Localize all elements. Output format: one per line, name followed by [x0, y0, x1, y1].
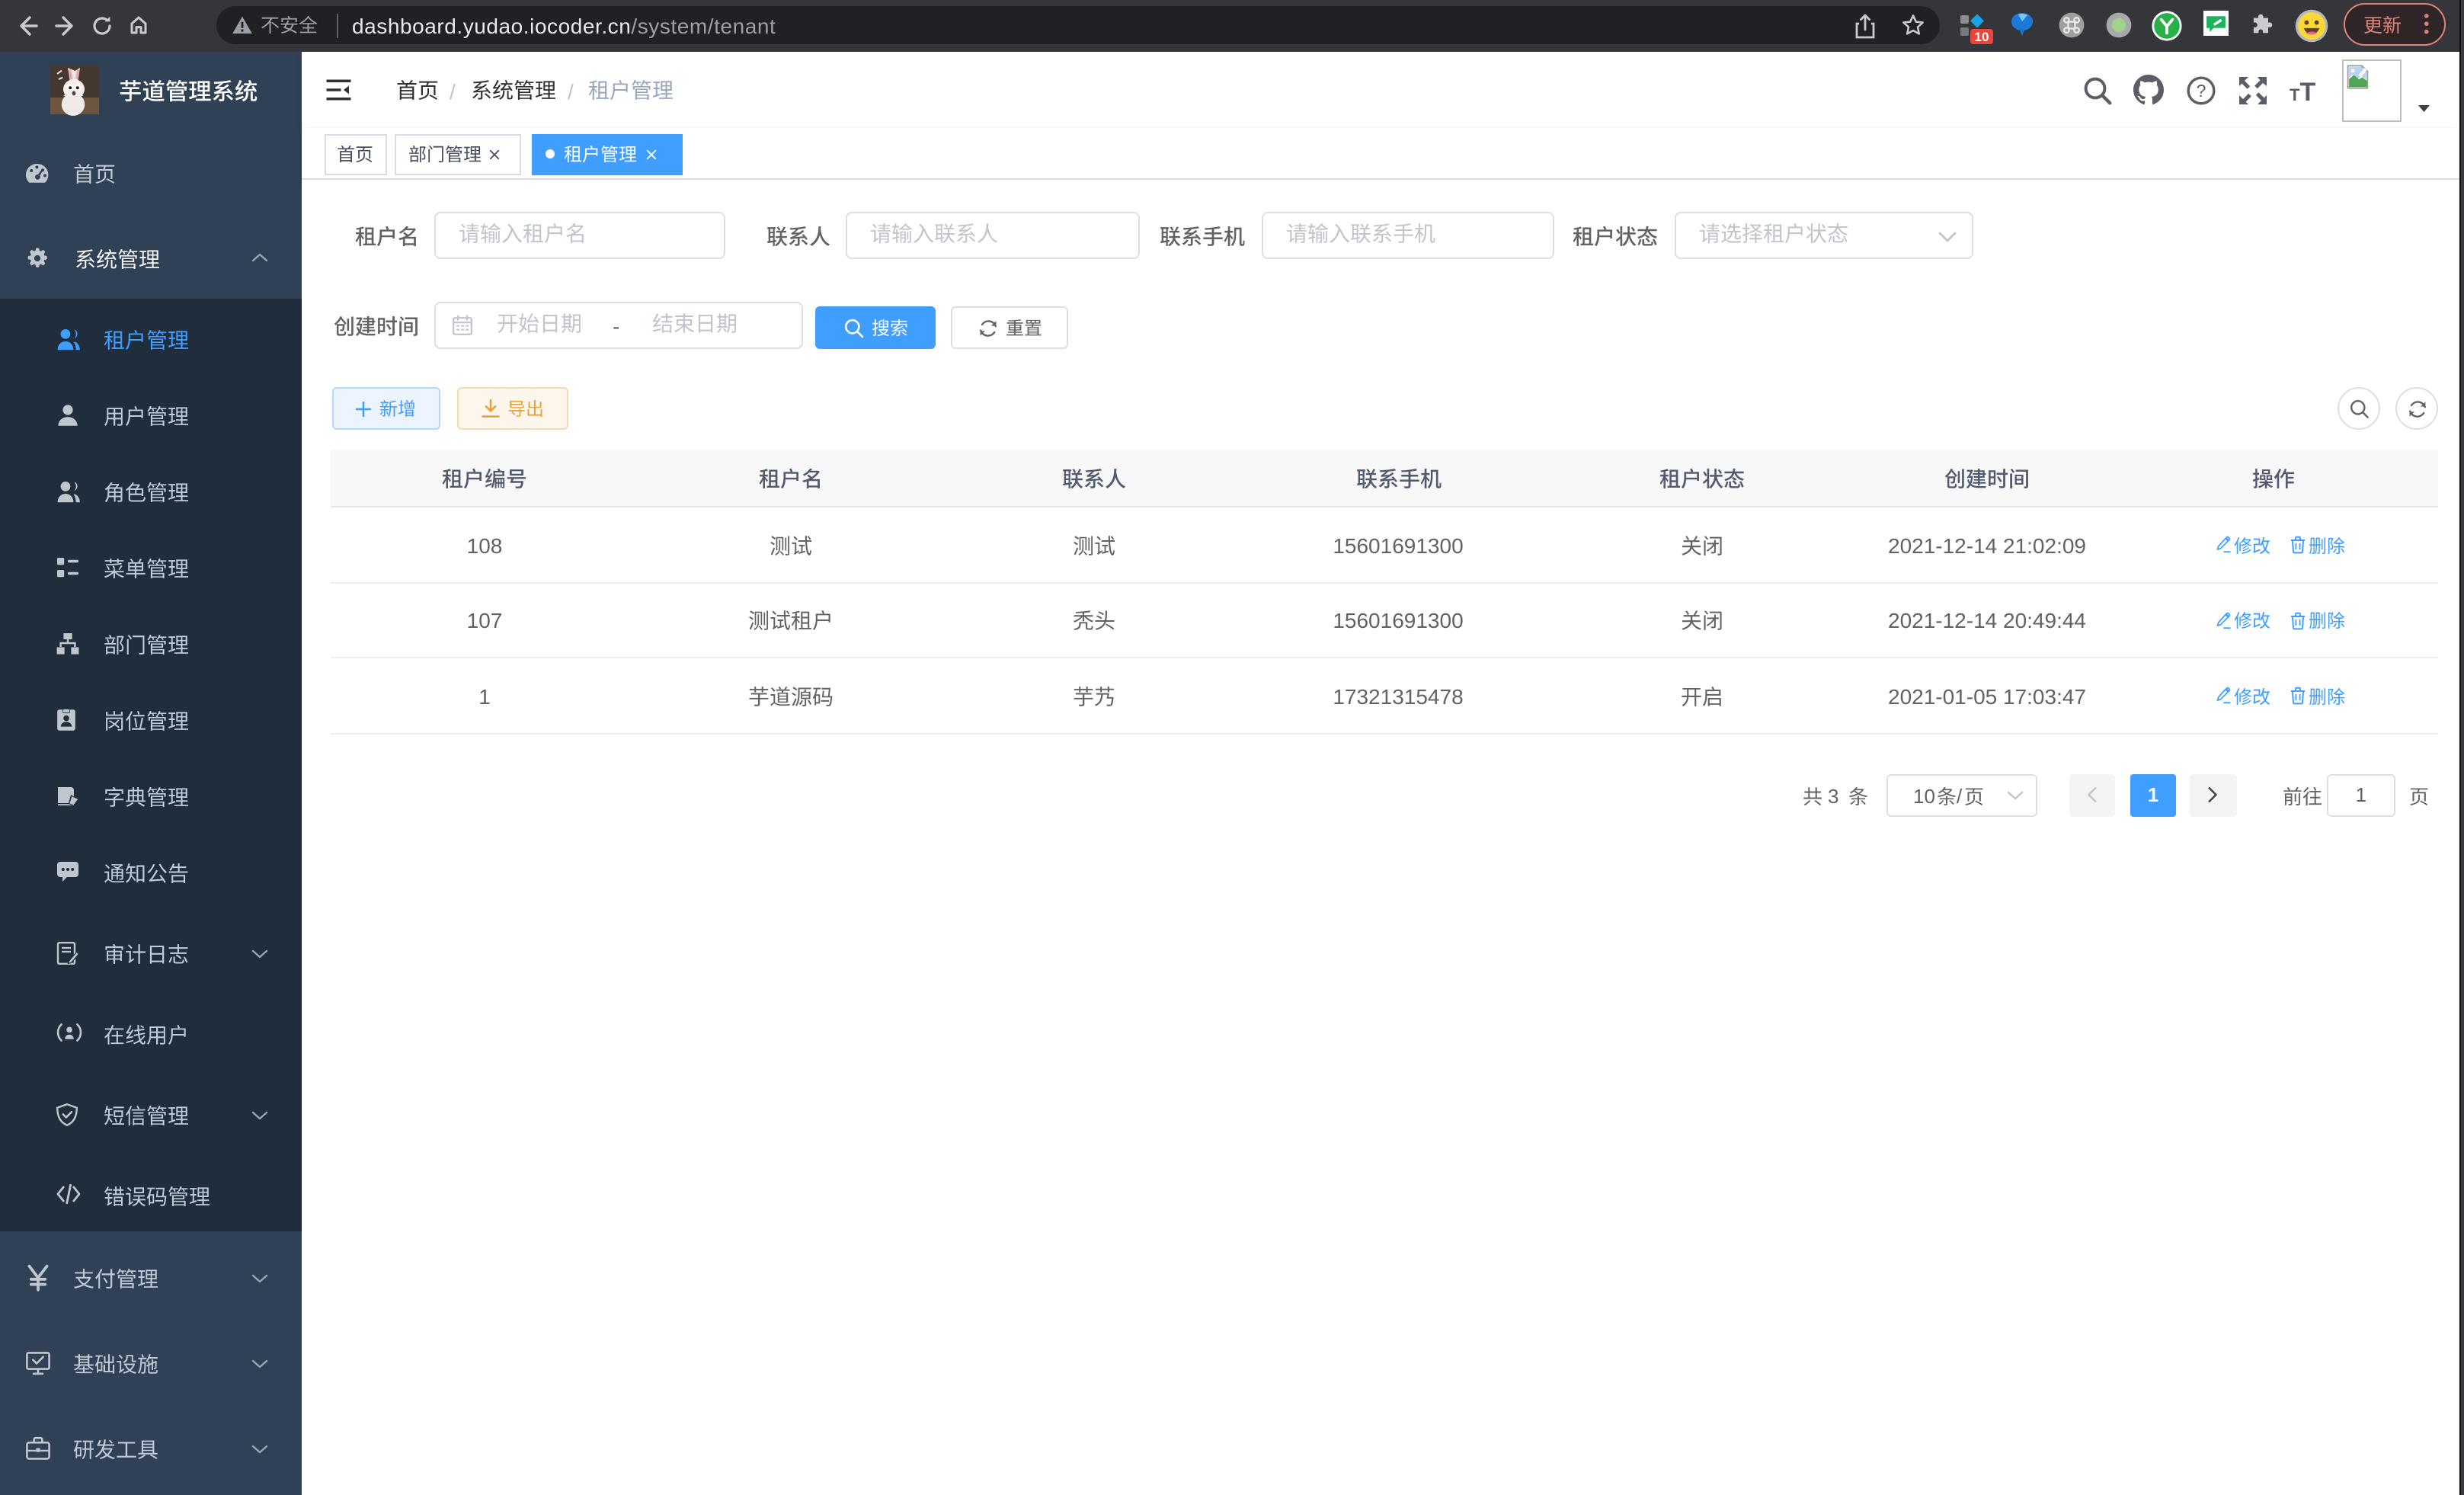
svg-text:?: ?: [2196, 80, 2206, 100]
